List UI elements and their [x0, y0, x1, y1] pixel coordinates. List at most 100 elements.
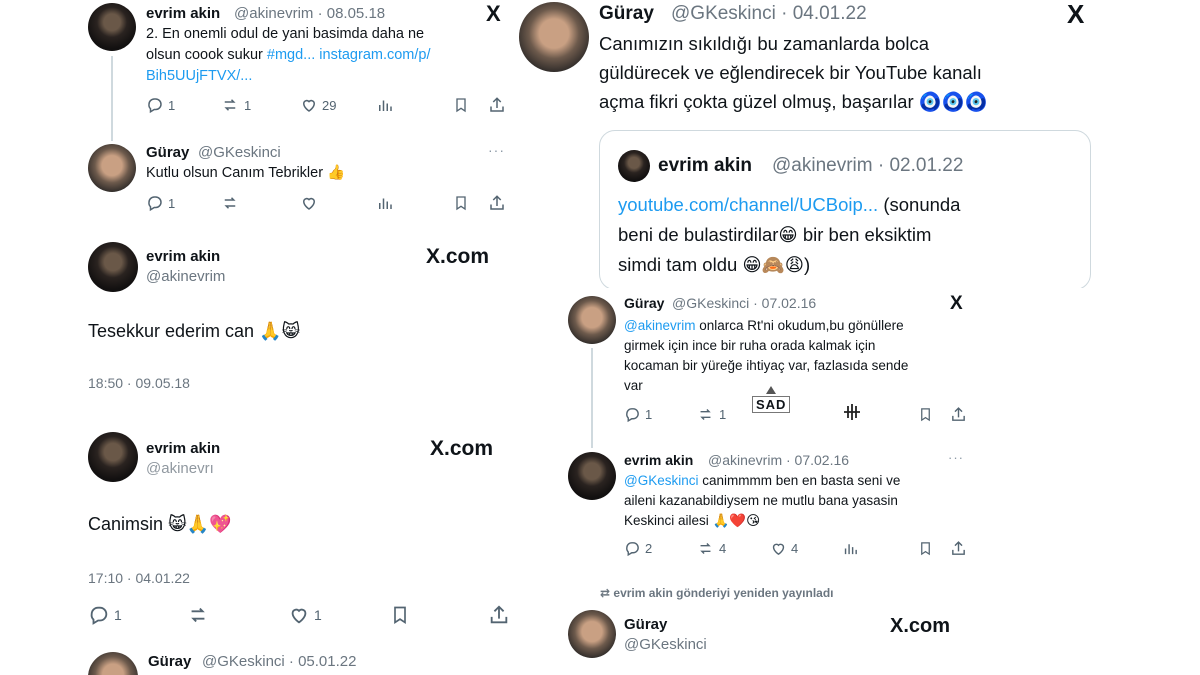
reply-count: 1 [168, 195, 176, 211]
x-logo-icon: X [950, 293, 963, 314]
author-name[interactable]: evrim akin [624, 452, 693, 468]
share-button[interactable] [950, 540, 967, 557]
reply-icon [626, 542, 639, 557]
author-name[interactable]: Güray [624, 616, 667, 633]
like-button[interactable] [300, 194, 318, 212]
views-button[interactable] [842, 540, 859, 557]
bookmark-button[interactable] [390, 604, 410, 626]
avatar[interactable] [568, 296, 616, 344]
bookmark-button[interactable] [918, 406, 933, 423]
repost-button[interactable] [220, 194, 240, 212]
tweet-text: canimmmm ben en basta seni ve [698, 473, 901, 488]
tweet-text: olsun coook sukur [146, 47, 267, 63]
tweet-timestamp[interactable]: 17:10 · 04.01.22 [88, 569, 190, 587]
reply-count: 1 [168, 97, 176, 113]
share-button[interactable] [488, 194, 506, 212]
share-icon [952, 541, 965, 555]
repost-button[interactable] [186, 604, 210, 626]
url-link[interactable]: youtube.com/channel/UCBoip... [618, 194, 878, 215]
author-handle[interactable]: @GKeskinci · 07.02.16 [672, 295, 816, 311]
tweet-panel-4: Güray @GKeskinci · 04.01.22 X Canımızın … [515, 0, 1100, 288]
repost-button[interactable]: 1 [696, 406, 726, 423]
tweet-text-line: 2. En onemli odul de yani basimda daha n… [146, 26, 425, 42]
author-name[interactable]: Güray [148, 653, 191, 670]
repost-icon [191, 607, 205, 623]
author-handle[interactable]: @akinevrim · 08.05.18 [234, 5, 385, 22]
author-name[interactable]: evrim akin [146, 5, 220, 22]
repost-button[interactable]: 4 [696, 540, 726, 557]
share-icon [490, 605, 508, 624]
author-handle[interactable]: @akinevrı [146, 460, 214, 477]
bookmark-button[interactable] [453, 194, 469, 212]
like-button[interactable]: 4 [770, 540, 798, 557]
avatar[interactable] [88, 652, 138, 675]
reply-button[interactable]: 1 [146, 194, 175, 212]
author-handle[interactable]: @GKeskinci [198, 144, 281, 161]
avatar[interactable] [88, 242, 138, 292]
avatar[interactable] [568, 452, 616, 500]
repost-icon [224, 99, 236, 111]
quoted-tweet[interactable]: evrim akin @akinevrim · 02.01.22 youtube… [599, 130, 1091, 288]
tweet-text-line: girmek için ince bir ruha orada kalmak i… [624, 338, 876, 353]
avatar[interactable] [88, 144, 136, 192]
avatar[interactable] [519, 2, 589, 72]
crosshair-glyph [844, 404, 860, 420]
like-count: 29 [322, 97, 337, 113]
thread-line [591, 348, 593, 448]
bookmark-button[interactable] [918, 540, 933, 557]
url-link[interactable]: instagram.com/p/ [315, 47, 430, 63]
bookmark-button[interactable] [453, 96, 469, 114]
hashtag-link[interactable]: #mgd... [267, 47, 315, 63]
repost-count: 1 [244, 97, 252, 113]
author-name[interactable]: Güray [146, 144, 189, 161]
heart-icon [291, 608, 307, 624]
avatar[interactable] [568, 610, 616, 658]
reply-button[interactable]: 1 [146, 96, 175, 114]
reply-button[interactable]: 2 [624, 540, 652, 557]
crosshair-icon [842, 402, 862, 422]
tweet-text-line: @GKeskinci canimmmm ben en basta seni ve [624, 472, 900, 490]
avatar[interactable] [88, 3, 136, 51]
reply-button[interactable]: 1 [624, 406, 652, 423]
tweet-text-line: güldürecek ve eğlendirecek bir YouTube k… [599, 62, 982, 83]
tweet-text-line: açma fikri çokta güzel olmuş, başarılar … [599, 91, 988, 112]
reply-button[interactable]: 1 [88, 604, 122, 626]
like-button[interactable]: 1 [288, 604, 322, 626]
tweet-panel-2: evrim akin @akinevrim X.com Tesekkur ede… [78, 232, 508, 410]
tweet-text-line: @akinevrim onlarca Rt'ni okudum,bu gönül… [624, 317, 904, 335]
author-handle[interactable]: @GKeskinci · 04.01.22 [671, 3, 867, 25]
more-options-icon[interactable]: ··· [488, 142, 505, 158]
retweet-note: ⇄ evrim akin gönderiyi yeniden yayınladı [600, 586, 833, 602]
views-button[interactable] [376, 96, 394, 114]
views-button[interactable] [376, 194, 394, 212]
quoted-text-line: beni de bulastirdilar😁 bir ben eksiktim [618, 224, 932, 245]
author-handle[interactable]: @GKeskinci [624, 636, 707, 653]
author-name[interactable]: evrim akin [146, 440, 220, 457]
bookmark-icon [456, 196, 466, 211]
tweet-panel-1: evrim akin @akinevrim · 08.05.18 X 2. En… [78, 0, 513, 228]
mention-link[interactable]: @akinevrim [624, 318, 695, 333]
tweet-timestamp[interactable]: 18:50 · 09.05.18 [88, 374, 190, 392]
repost-icon [224, 197, 236, 209]
quoted-author-handle: @akinevrim · 02.01.22 [772, 155, 964, 176]
repost-button[interactable]: 1 [220, 96, 251, 114]
author-handle[interactable]: @akinevrim [146, 268, 225, 285]
tweet-text: Kutlu olsun Canım Tebrikler 👍 [146, 165, 346, 181]
author-handle[interactable]: @akinevrim · 07.02.16 [708, 452, 849, 468]
author-name[interactable]: evrim akin [146, 248, 220, 265]
share-button[interactable] [950, 406, 967, 423]
more-options-icon[interactable]: ··· [948, 450, 964, 465]
share-button[interactable] [488, 604, 510, 626]
mention-link[interactable]: @GKeskinci [624, 473, 698, 488]
share-button[interactable] [488, 96, 506, 114]
like-button[interactable]: 29 [300, 96, 336, 114]
tweet-panel-5: Güray @GKeskinci · 07.02.16 X @akinevrim… [560, 290, 980, 675]
author-name[interactable]: Güray [599, 3, 654, 25]
share-icon [952, 407, 965, 421]
author-name[interactable]: Güray [624, 295, 664, 311]
url-link[interactable]: Bih5UUjFTVX/... [146, 67, 252, 86]
sad-text: SAD [752, 396, 791, 413]
author-handle[interactable]: @GKeskinci · 05.01.22 [202, 653, 356, 670]
avatar[interactable] [88, 432, 138, 482]
tweet-text-line: kocaman bir yüreğe ihtiyaç var, fazlasıd… [624, 358, 909, 373]
